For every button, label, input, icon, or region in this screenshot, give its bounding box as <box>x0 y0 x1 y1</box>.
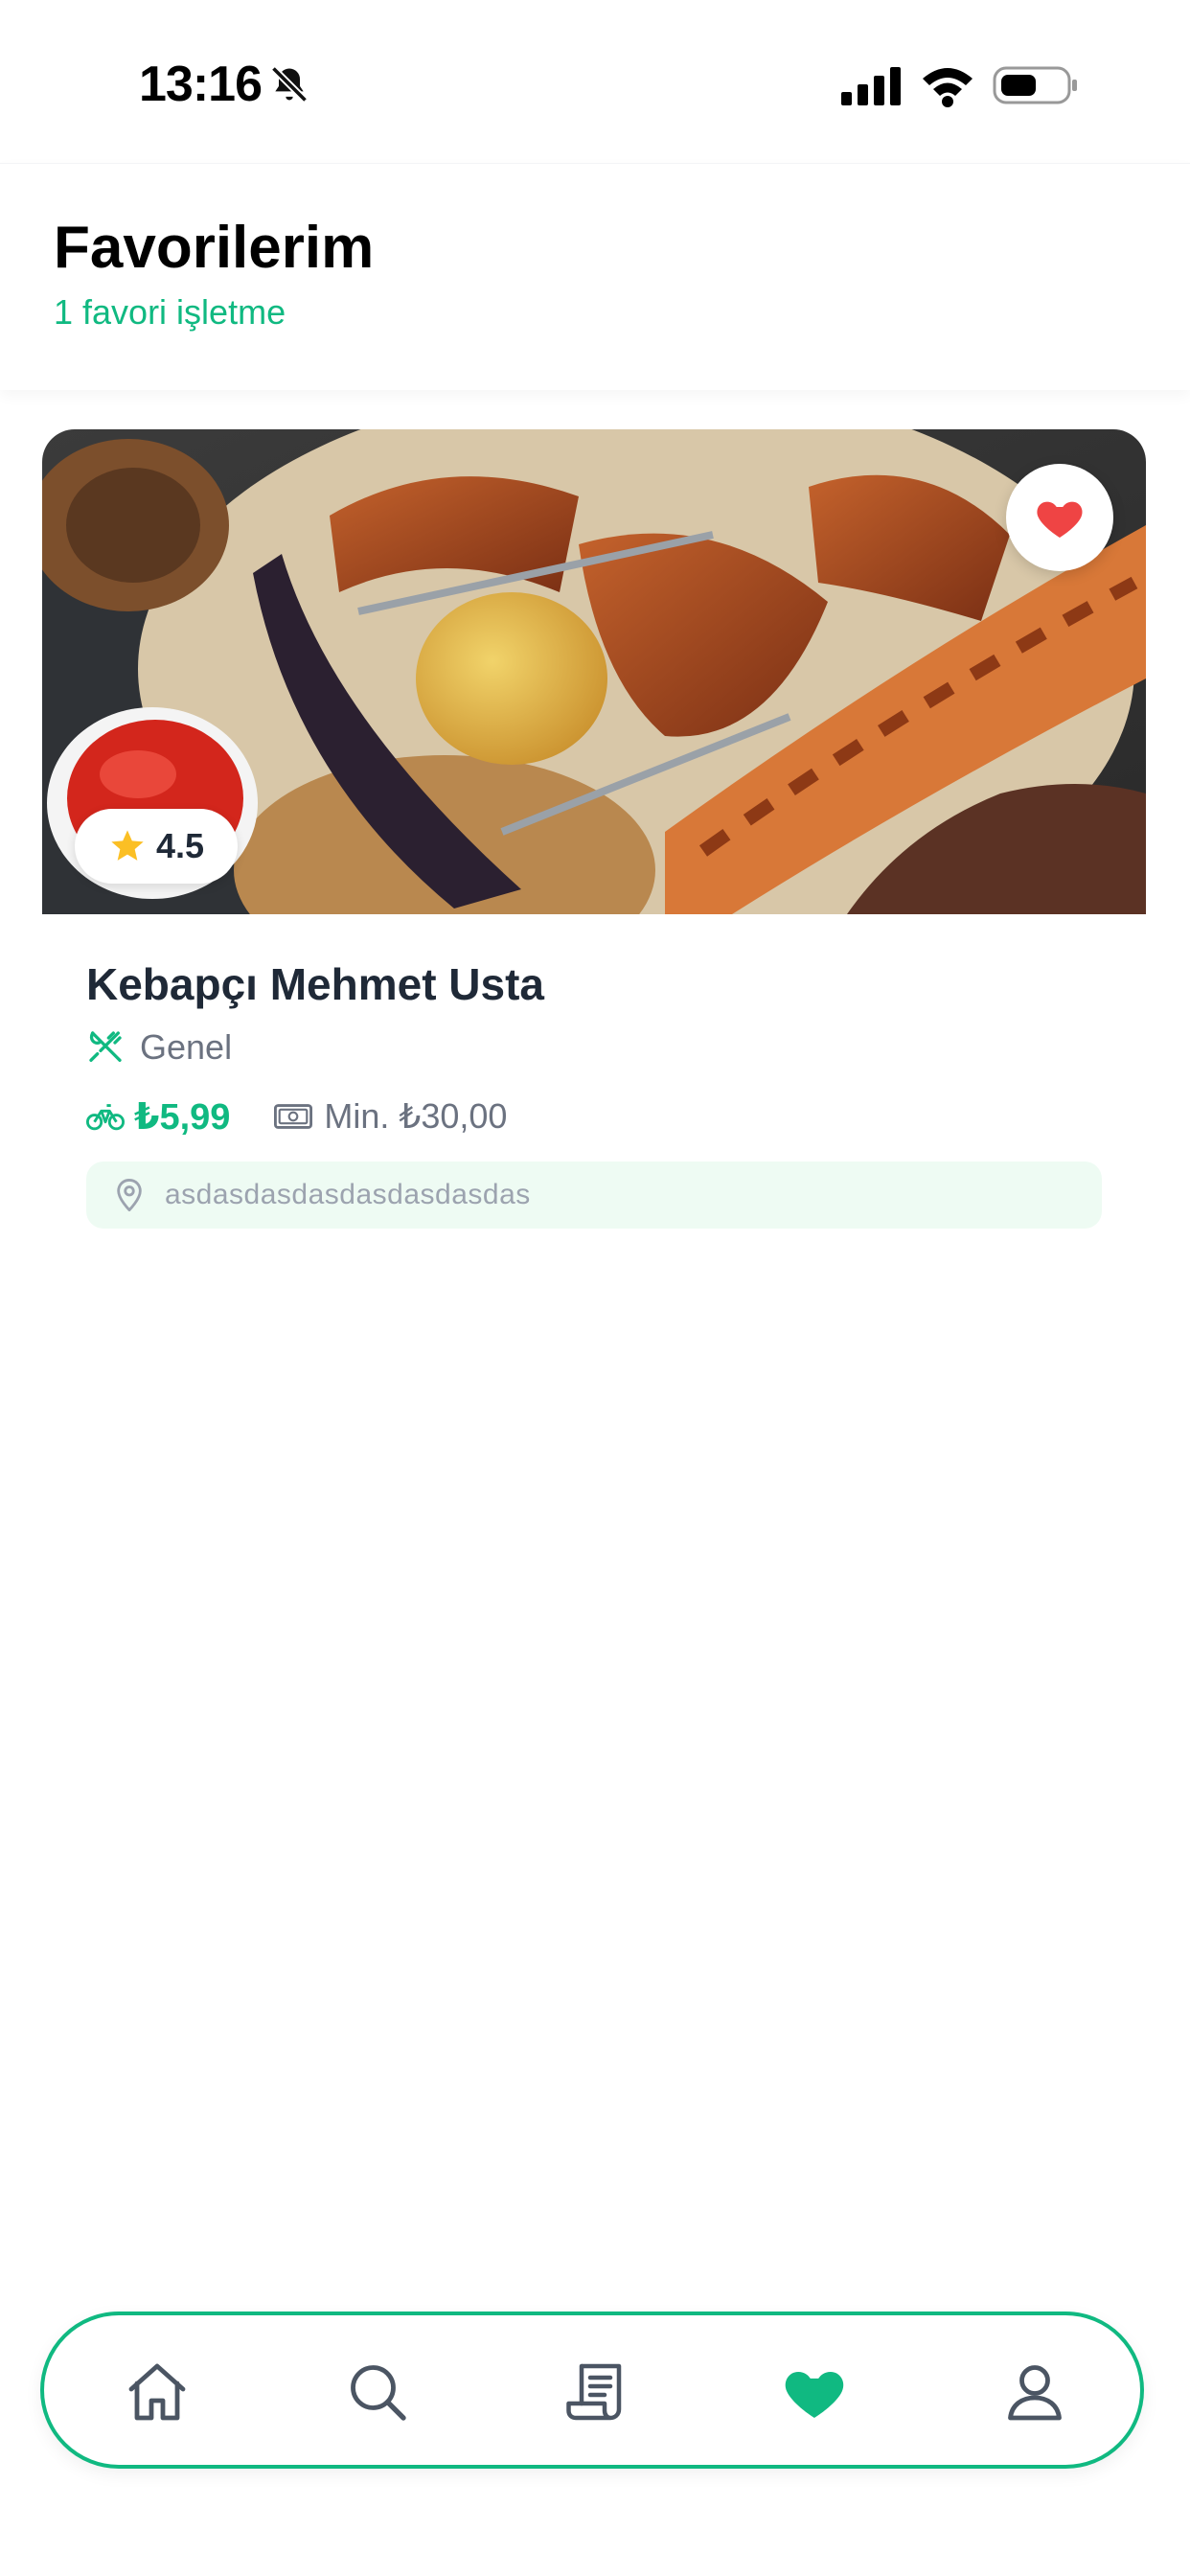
home-icon <box>128 2363 186 2421</box>
heart-icon <box>785 2372 844 2418</box>
page-header: Favorilerim 1 favori işletme <box>0 163 1190 390</box>
search-icon <box>351 2365 406 2421</box>
bicycle-icon <box>86 1104 125 1131</box>
business-category: Genel <box>86 1024 232 1071</box>
cash-icon <box>274 1104 313 1129</box>
rating-value: 4.5 <box>155 826 205 865</box>
delivery-fee: ₺5,99 <box>134 1096 231 1138</box>
favorite-business-card[interactable]: 4.5 Kebapçı Mehmet Usta Genel ₺5,99 Min.… <box>42 429 1146 1246</box>
rating-badge: 4.5 <box>75 809 238 884</box>
nav-home[interactable] <box>119 2354 195 2430</box>
business-name[interactable]: Kebapçı Mehmet Usta <box>86 958 544 1010</box>
favorites-count: 1 favori işletme <box>54 292 286 332</box>
bottom-navigation <box>40 2312 1144 2469</box>
nav-orders[interactable] <box>558 2354 634 2430</box>
wifi-icon <box>920 63 975 107</box>
nav-favorites[interactable] <box>776 2354 853 2430</box>
remove-favorite-button[interactable] <box>1006 464 1113 571</box>
location-pin-icon <box>117 1179 142 1211</box>
address-text: asdasdasdasdasdasdasdas <box>165 1179 531 1210</box>
category-label: Genel <box>140 1027 233 1067</box>
page-title: Favorilerim <box>54 215 375 281</box>
address-bar: asdasdasdasdasdasdasdas <box>86 1162 1102 1229</box>
delivery-info: ₺5,99 Min. ₺30,00 <box>86 1092 507 1140</box>
receipt-icon <box>566 2363 622 2421</box>
bell-slash-icon <box>268 63 310 105</box>
status-bar: 13:16 <box>0 0 1190 163</box>
nav-search[interactable] <box>339 2354 416 2430</box>
nav-profile[interactable] <box>996 2354 1073 2430</box>
status-time: 13:16 <box>139 57 263 112</box>
heart-filled-icon <box>1037 501 1083 538</box>
star-icon <box>111 830 144 861</box>
utensils-icon <box>89 1031 122 1062</box>
min-order: Min. ₺30,00 <box>324 1096 508 1136</box>
battery-icon <box>993 65 1079 105</box>
user-icon <box>1008 2365 1062 2421</box>
signal-icon <box>841 65 903 105</box>
